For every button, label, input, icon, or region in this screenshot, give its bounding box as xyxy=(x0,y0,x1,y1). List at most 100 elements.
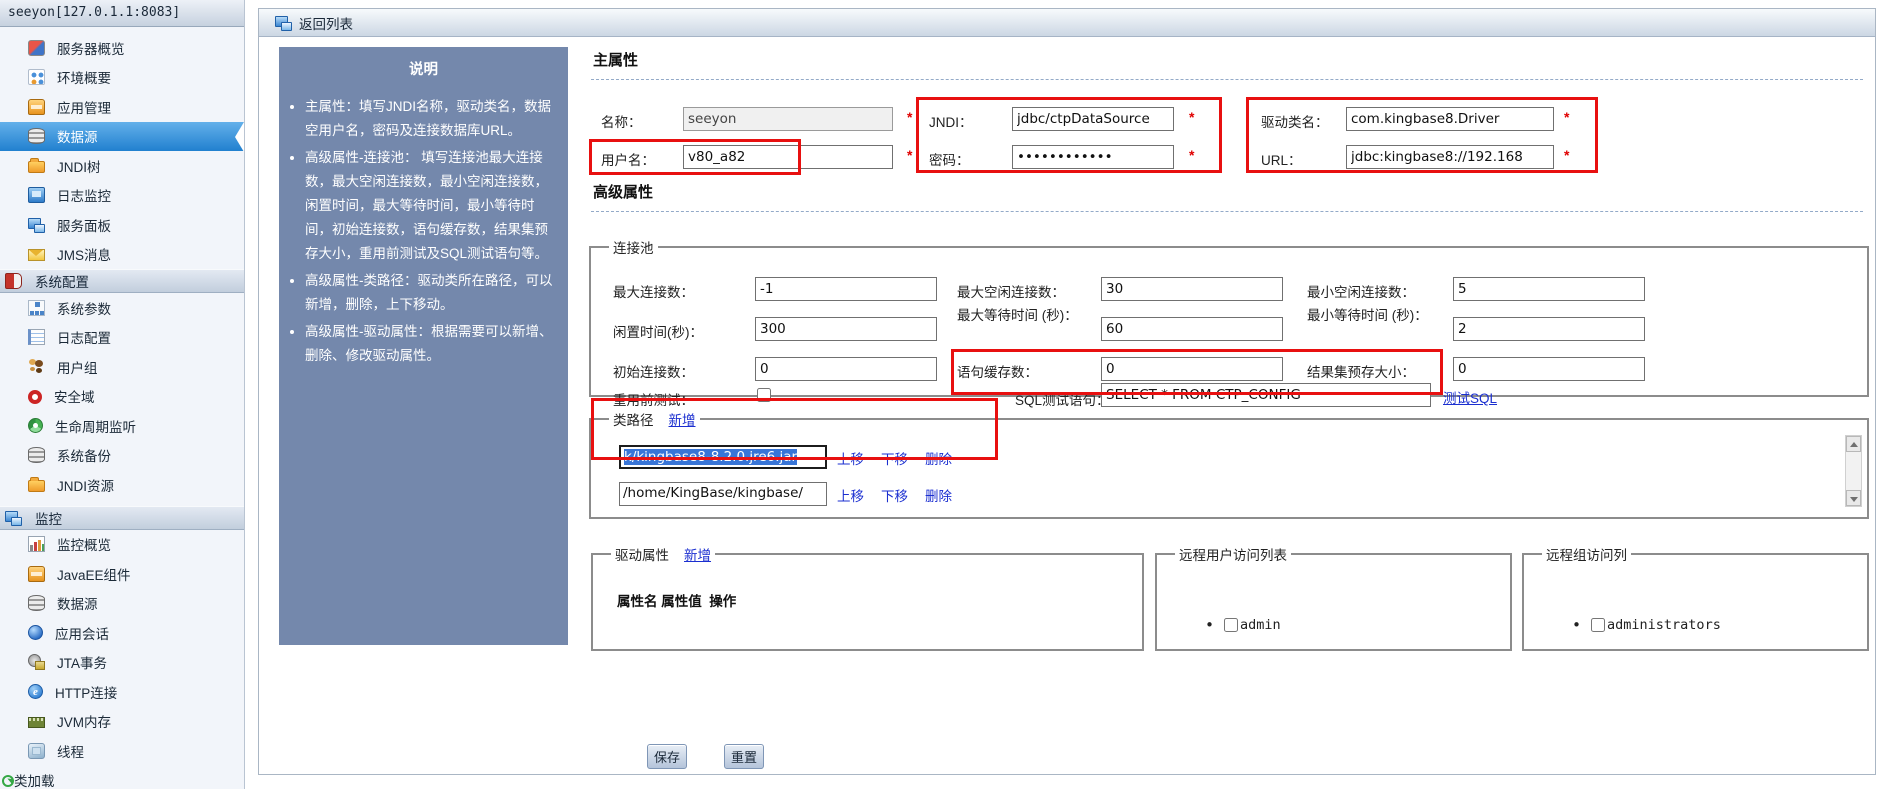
divider xyxy=(591,211,1863,212)
sidebar-item-jndi-tree[interactable]: JNDI树 xyxy=(0,151,244,181)
username-label: 用户名： xyxy=(601,149,655,169)
init-conn-input[interactable] xyxy=(755,357,937,381)
help-bullet: 高级属性-类路径：驱动类所在路径，可以新增，删除，上下移动。 xyxy=(305,269,560,317)
sidebar-item-system-backup[interactable]: 系统备份 xyxy=(0,441,244,471)
sidebar-section-monitoring[interactable]: 监控 xyxy=(0,506,244,530)
url-label: URL： xyxy=(1261,149,1302,169)
sidebar-item-jms-message[interactable]: JMS消息 xyxy=(0,240,244,270)
required-mark: * xyxy=(1564,109,1569,125)
application-icon xyxy=(28,99,45,115)
sidebar-item-system-params[interactable]: 系统参数 xyxy=(0,293,244,323)
min-idle-input[interactable] xyxy=(1453,277,1645,301)
sidebar-item-class-loading[interactable]: 类加载 xyxy=(0,766,244,795)
min-wait-input[interactable] xyxy=(1453,317,1645,341)
delete-link[interactable]: 删除 xyxy=(925,448,952,468)
sidebar-item-datasource[interactable]: 数据源 xyxy=(0,122,244,152)
password-input[interactable] xyxy=(1012,145,1174,169)
jndi-input[interactable] xyxy=(1012,107,1174,131)
system-params-icon xyxy=(28,300,45,316)
sidebar-item-user-group[interactable]: 用户组 xyxy=(0,352,244,382)
driver-class-input[interactable] xyxy=(1346,107,1554,131)
classpath-legend-text: 类路径 xyxy=(613,413,654,428)
classpath-add-link[interactable]: 新增 xyxy=(669,413,696,428)
sidebar-item-server-overview[interactable]: 服务器概览 xyxy=(0,33,244,63)
username-input[interactable] xyxy=(683,145,893,169)
save-button[interactable]: 保存 xyxy=(647,744,687,769)
sidebar-item-jndi-resource[interactable]: JNDI资源 xyxy=(0,470,244,500)
datasource-monitor-icon xyxy=(28,595,45,611)
remote-group-label: administrators xyxy=(1607,617,1721,633)
sidebar-item-datasource-monitor[interactable]: 数据源 xyxy=(0,589,244,619)
sidebar-section-system-config[interactable]: 系统配置 xyxy=(0,269,244,293)
delete-link[interactable]: 删除 xyxy=(925,485,952,505)
list-bullet: • xyxy=(1572,616,1581,634)
sidebar-item-app-management[interactable]: 应用管理 xyxy=(0,92,244,122)
required-mark: * xyxy=(907,109,912,125)
sidebar-item-log-config[interactable]: 日志配置 xyxy=(0,323,244,353)
sidebar-item-service-panel[interactable]: 服务面板 xyxy=(0,210,244,240)
sidebar-item-jta-transaction[interactable]: JTA事务 xyxy=(0,648,244,678)
reset-button[interactable]: 重置 xyxy=(724,744,764,769)
max-idle-label: 最大空闲连接数： xyxy=(957,281,1065,301)
remote-user-checkbox[interactable] xyxy=(1224,618,1238,632)
jta-icon xyxy=(28,654,45,670)
server-overview-icon xyxy=(28,40,45,56)
max-conn-input[interactable] xyxy=(755,277,937,301)
move-down-link[interactable]: 下移 xyxy=(881,448,908,468)
driver-props-add-link[interactable]: 新增 xyxy=(684,548,711,563)
test-sql-link[interactable]: 测试SQL xyxy=(1443,387,1497,407)
sidebar-item-monitor-overview[interactable]: 监控概览 xyxy=(0,530,244,560)
move-up-link[interactable]: 上移 xyxy=(837,485,864,505)
sidebar-item-jvm-memory[interactable]: JVM内存 xyxy=(0,707,244,737)
connection-pool-fieldset: 连接池 最大连接数： 最大空闲连接数： 最小空闲连接数： 闲置时间(秒)： 最大… xyxy=(589,237,1869,397)
sidebar-item-thread[interactable]: 线程 xyxy=(0,736,244,766)
main-props-heading: 主属性 xyxy=(593,49,638,70)
sidebar-item-http-connection[interactable]: HTTP连接 xyxy=(0,677,244,707)
password-label: 密码： xyxy=(929,149,970,169)
test-before-reuse-checkbox[interactable] xyxy=(757,388,771,402)
remote-users-legend: 远程用户访问列表 xyxy=(1175,544,1291,564)
max-conn-label: 最大连接数： xyxy=(613,281,694,301)
sidebar-item-app-session[interactable]: 应用会话 xyxy=(0,618,244,648)
prefetch-input[interactable] xyxy=(1453,357,1645,381)
max-idle-input[interactable] xyxy=(1101,277,1283,301)
sidebar-item-security-domain[interactable]: 安全域 xyxy=(0,382,244,412)
sidebar-item-lifecycle-listener[interactable]: 生命周期监听 xyxy=(0,411,244,441)
jndi-resource-icon xyxy=(28,480,45,492)
log-monitor-icon xyxy=(28,187,45,203)
system-backup-icon xyxy=(28,447,45,463)
sidebar-item-environment-summary[interactable]: 环境概要 xyxy=(0,63,244,93)
jvm-memory-icon xyxy=(28,717,45,728)
scroll-down-button[interactable] xyxy=(1846,490,1861,506)
service-panel-icon xyxy=(28,217,45,233)
scroll-up-button[interactable] xyxy=(1846,436,1861,452)
help-bullet: 主属性：填写JNDI名称，驱动类名，数据空用户名，密码及连接数据库URL。 xyxy=(305,95,560,143)
max-wait-input[interactable] xyxy=(1101,317,1283,341)
app-session-icon xyxy=(28,625,43,640)
test-before-reuse-label: 重用前测试： xyxy=(613,389,694,409)
sql-test-input[interactable] xyxy=(1101,383,1431,407)
max-wait-label: 最大等待时间 (秒)： xyxy=(957,307,1079,324)
server-title: seeyon[127.0.1.1:8083] xyxy=(0,0,244,27)
remote-groups-fieldset: 远程组访问列 • administrators xyxy=(1522,544,1869,651)
idle-time-input[interactable] xyxy=(755,317,937,341)
sidebar-item-javaee-components[interactable]: JavaEE组件 xyxy=(0,559,244,589)
jndi-label: JNDI： xyxy=(929,111,973,131)
classpath-scrollbar[interactable] xyxy=(1845,435,1862,507)
stmt-cache-input[interactable] xyxy=(1101,357,1283,381)
class-loading-icon xyxy=(2,775,14,787)
connection-pool-legend: 连接池 xyxy=(609,237,658,257)
col-prop-value: 属性值 xyxy=(661,594,702,609)
move-down-link[interactable]: 下移 xyxy=(881,485,908,505)
url-input[interactable] xyxy=(1346,145,1554,169)
remote-group-item: • administrators xyxy=(1572,616,1721,634)
monitor-overview-icon xyxy=(28,536,45,552)
move-up-link[interactable]: 上移 xyxy=(837,448,864,468)
classpath-input[interactable]: /home/KingBase/kingbase/ xyxy=(619,482,827,506)
sidebar-item-log-monitor[interactable]: 日志监控 xyxy=(0,181,244,211)
return-list-button[interactable]: 返回列表 xyxy=(299,13,353,33)
required-mark: * xyxy=(1189,109,1194,125)
remote-group-checkbox[interactable] xyxy=(1591,618,1605,632)
monitoring-icon xyxy=(5,510,22,526)
classpath-input[interactable]: k/kingbase8-8.2.0.jre6.jar xyxy=(619,445,827,469)
